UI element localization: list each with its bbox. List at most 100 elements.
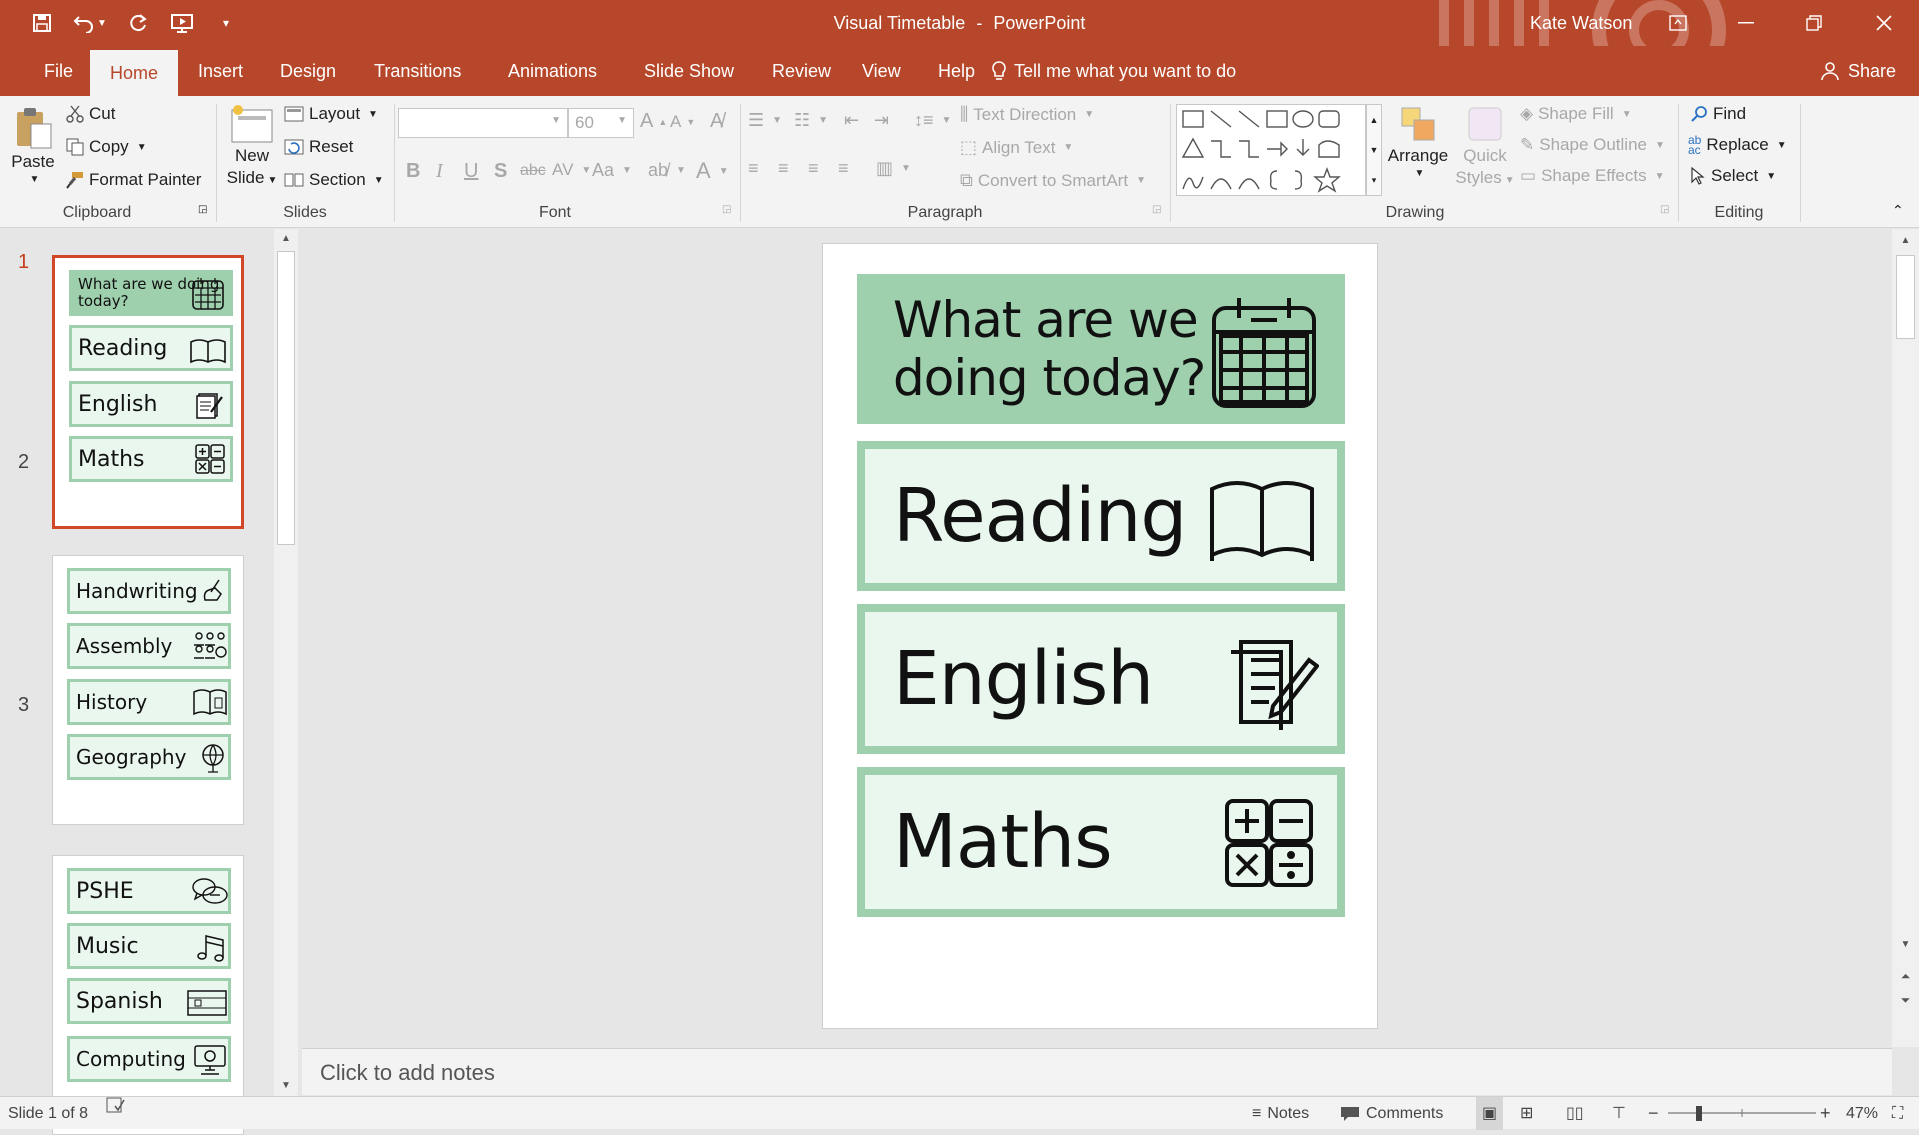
slide-card-reading[interactable]: Reading: [857, 441, 1345, 591]
previous-slide-icon[interactable]: ⏶: [1892, 969, 1919, 984]
thumbnail-scrollbar[interactable]: ▲ ▼: [274, 229, 298, 1096]
decrease-indent-icon[interactable]: ⇤: [844, 110, 859, 131]
layout-button[interactable]: Layout ▼: [284, 104, 378, 124]
tab-file[interactable]: File: [24, 46, 93, 96]
tell-me-search[interactable]: Tell me what you want to do: [970, 46, 1256, 96]
highlight-color-icon[interactable]: ab̸ ▼: [648, 160, 686, 181]
notes-pane[interactable]: Click to add notes: [302, 1048, 1892, 1095]
font-color-icon[interactable]: A ▼: [696, 158, 729, 184]
reading-view-icon[interactable]: ▯▯: [1566, 1097, 1584, 1130]
minimize-icon[interactable]: [1712, 0, 1780, 46]
paste-button[interactable]: Paste ▼: [10, 106, 56, 185]
bold-icon[interactable]: B: [406, 160, 420, 183]
character-spacing-icon[interactable]: AV ▼: [552, 160, 591, 180]
justify-icon[interactable]: ≡: [838, 158, 849, 179]
section-button[interactable]: Section ▼: [284, 170, 384, 190]
cut-button[interactable]: Cut: [66, 104, 115, 124]
slide-card-english[interactable]: English: [857, 604, 1345, 754]
restore-icon[interactable]: [1780, 0, 1848, 46]
replace-button[interactable]: ab ac Replace ▼: [1688, 134, 1787, 156]
align-right-icon[interactable]: ≡: [808, 158, 819, 179]
next-slide-icon[interactable]: ⏷: [1892, 993, 1919, 1008]
thumbnail-scroll-thumb[interactable]: [277, 251, 295, 545]
convert-smartart-button[interactable]: ⧉ Convert to SmartArt ▼: [960, 170, 1146, 191]
underline-icon[interactable]: U: [464, 160, 478, 183]
change-case-icon[interactable]: Aa ▼: [592, 160, 632, 181]
slideshow-view-icon[interactable]: ⊤: [1612, 1097, 1626, 1130]
tab-transitions[interactable]: Transitions: [354, 46, 481, 96]
slide-sorter-icon[interactable]: ⊞: [1520, 1097, 1533, 1130]
reset-button[interactable]: Reset: [284, 137, 353, 157]
line-spacing-icon[interactable]: ↕≡ ▼: [914, 110, 951, 131]
align-center-icon[interactable]: ≡: [778, 158, 789, 179]
zoom-out-button[interactable]: −: [1648, 1097, 1659, 1130]
italic-icon[interactable]: I: [436, 160, 443, 183]
zoom-level[interactable]: 47%: [1846, 1097, 1878, 1130]
user-name[interactable]: Kate Watson: [1530, 0, 1632, 46]
strikethrough-icon[interactable]: abc: [520, 162, 546, 180]
numbering-icon[interactable]: ☷ ▼: [794, 110, 828, 131]
ribbon-display-options-icon[interactable]: [1644, 0, 1712, 46]
slide-thumbnail-1[interactable]: What are we doing today? Reading English…: [52, 255, 244, 529]
share-button[interactable]: Share: [1800, 46, 1916, 96]
zoom-slider[interactable]: [1666, 1097, 1818, 1130]
shape-outline-button[interactable]: ✎ Shape Outline ▼: [1520, 135, 1665, 155]
bullets-icon[interactable]: ☰ ▼: [748, 110, 782, 131]
scroll-up-icon[interactable]: ▲: [1892, 229, 1919, 253]
clear-formatting-icon[interactable]: A̸: [710, 110, 723, 133]
tab-view[interactable]: View: [842, 46, 921, 96]
font-size-box[interactable]: 60 ▼: [568, 108, 634, 138]
tab-slide-show[interactable]: Slide Show: [624, 46, 754, 96]
group-separator: [1678, 104, 1679, 222]
select-button[interactable]: Select ▼: [1690, 166, 1776, 186]
spell-check-icon[interactable]: [106, 1097, 126, 1113]
tab-insert[interactable]: Insert: [178, 46, 263, 96]
tab-home[interactable]: Home: [90, 50, 179, 96]
decrease-font-size-icon[interactable]: A ▼: [670, 112, 695, 132]
slide-thumbnail-3[interactable]: PSHE Music Spanish Computing: [52, 855, 244, 1135]
normal-view-icon[interactable]: ▣: [1476, 1097, 1504, 1130]
text-shadow-icon[interactable]: S: [494, 160, 507, 183]
columns-icon[interactable]: ▥ ▼: [876, 158, 911, 179]
new-slide-button[interactable]: New Slide ▼: [226, 104, 278, 188]
slide-thumbnail-2[interactable]: Handwriting Assembly History Geography: [52, 555, 244, 825]
notes-button[interactable]: ≡ Notes: [1252, 1097, 1309, 1130]
shape-effects-button[interactable]: ▭ Shape Effects ▼: [1520, 166, 1665, 186]
slide-scrollbar[interactable]: ▲ ▼ ⏶ ⏷: [1892, 229, 1919, 1047]
font-launcher-icon[interactable]: ◲: [722, 204, 731, 215]
collapse-ribbon-icon[interactable]: ⌃: [1892, 202, 1904, 219]
shape-fill-button[interactable]: ◈ Shape Fill ▼: [1520, 104, 1632, 124]
clipboard-launcher-icon[interactable]: ◲: [198, 204, 207, 215]
increase-indent-icon[interactable]: ⇥: [874, 110, 889, 131]
text-direction-button[interactable]: ⫼ Text Direction ▼: [960, 104, 1094, 125]
quick-styles-button[interactable]: Quick Styles ▼: [1455, 104, 1515, 188]
comments-button[interactable]: Comments: [1340, 1097, 1443, 1130]
shapes-gallery[interactable]: [1176, 104, 1366, 196]
scroll-down-icon[interactable]: ▼: [274, 1076, 298, 1096]
copy-button[interactable]: Copy ▼: [66, 137, 147, 157]
find-button[interactable]: Find: [1690, 104, 1746, 124]
arrange-button[interactable]: Arrange ▼: [1386, 104, 1450, 179]
paragraph-launcher-icon[interactable]: ◲: [1152, 204, 1161, 215]
comment-icon: [1341, 1106, 1359, 1121]
zoom-in-button[interactable]: +: [1820, 1097, 1831, 1130]
slide-card-maths[interactable]: Maths: [857, 767, 1345, 917]
increase-font-size-icon[interactable]: A ▲: [640, 110, 667, 133]
drawing-launcher-icon[interactable]: ◲: [1660, 204, 1669, 215]
tab-animations[interactable]: Animations: [488, 46, 617, 96]
tab-design[interactable]: Design: [260, 46, 356, 96]
align-left-icon[interactable]: ≡: [748, 158, 759, 179]
shapes-gallery-scroll[interactable]: ▲ ▼ ▾: [1366, 104, 1382, 196]
scroll-down-icon[interactable]: ▼: [1892, 939, 1919, 950]
slide-card-heading[interactable]: What are we doing today?: [857, 274, 1345, 424]
close-icon[interactable]: [1850, 0, 1918, 46]
align-text-button[interactable]: ⬚ Align Text ▼: [960, 137, 1073, 158]
slide-scroll-thumb[interactable]: [1896, 255, 1915, 339]
fit-slide-icon[interactable]: ⛶: [1892, 1097, 1903, 1130]
scroll-up-icon[interactable]: ▲: [274, 229, 298, 249]
font-name-box[interactable]: ▼: [398, 108, 568, 138]
tab-review[interactable]: Review: [752, 46, 851, 96]
format-painter-button[interactable]: Format Painter: [66, 170, 201, 190]
quick-styles-label-2-wrap: Styles ▼: [1455, 168, 1514, 188]
slide-canvas[interactable]: What are we doing today? Reading English …: [822, 243, 1378, 1029]
